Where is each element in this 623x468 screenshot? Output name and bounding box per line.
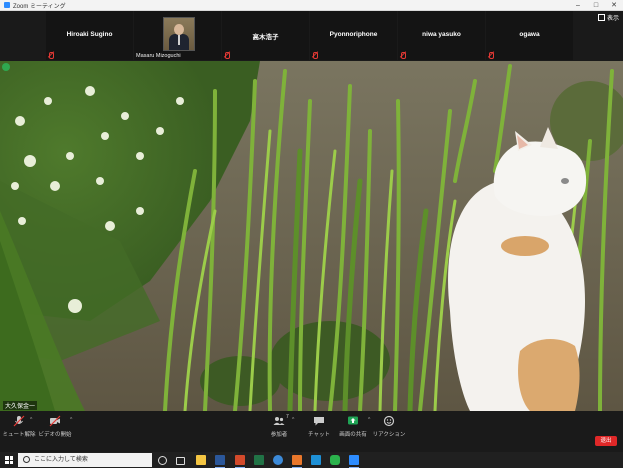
participant-tile[interactable]: niwa yasuko (398, 11, 485, 60)
active-speaker-name: 大久保金一 (3, 401, 38, 410)
video-badges (2, 63, 10, 71)
close-button[interactable]: ✕ (605, 1, 623, 9)
participant-name: Masaru Mizoguchi (136, 53, 181, 59)
start-video-button[interactable]: ビデオの開始 (38, 415, 72, 438)
mic-muted-icon (224, 52, 230, 59)
zoom-taskbar-icon[interactable] (349, 455, 359, 468)
participant-name: Hiroaki Sugino (66, 31, 113, 38)
mic-muted-icon (400, 52, 406, 59)
reactions-button[interactable]: リアクション (372, 415, 406, 438)
participant-name: ogawa (519, 31, 540, 38)
view-label: 表示 (606, 16, 619, 22)
video-options-caret[interactable]: ^ (70, 417, 72, 423)
participant-name: Pyonnoriphone (329, 31, 378, 38)
file-explorer-icon[interactable] (196, 455, 206, 465)
zoom-app-icon (4, 2, 10, 8)
participant-name: 高木浩子 (252, 34, 279, 41)
participant-photo (163, 17, 195, 51)
grid-icon (597, 14, 605, 21)
cortana-icon[interactable] (158, 456, 167, 465)
word-icon[interactable] (215, 455, 225, 468)
participant-name: niwa yasuko (422, 31, 461, 38)
window-title: Zoom ミーティング (13, 3, 66, 10)
mute-label: ミュート解除 (2, 432, 36, 438)
mic-muted-icon (13, 415, 25, 427)
video-label: ビデオの開始 (38, 432, 72, 438)
task-view-icon[interactable] (176, 457, 185, 465)
mute-options-caret[interactable]: ^ (30, 417, 32, 423)
participant-tile[interactable]: Hiroaki Sugino (46, 11, 133, 60)
share-label: 画面の共有 (339, 432, 367, 438)
minimize-button[interactable]: – (569, 2, 587, 9)
reactions-label: リアクション (372, 432, 406, 438)
mic-muted-icon (488, 52, 494, 59)
windows-taskbar: ここに入力して検索 (0, 452, 623, 468)
participants-icon: 7 (273, 414, 289, 427)
powerpoint-icon[interactable] (235, 455, 245, 468)
search-placeholder: ここに入力して検索 (34, 457, 88, 463)
chat-button[interactable]: チャット (302, 415, 336, 438)
share-screen-icon (347, 415, 359, 427)
leave-button[interactable]: 退出 (595, 436, 617, 446)
browser-icon[interactable] (273, 455, 283, 465)
app-icon-blue[interactable] (311, 455, 321, 465)
participant-strip: Hiroaki Sugino Masaru Mizoguchi 高木浩子 Pyo… (0, 11, 623, 60)
video-frame-image (0, 61, 623, 411)
participant-tile[interactable]: ogawa (486, 11, 573, 60)
participants-button[interactable]: 7 参加者 (262, 414, 296, 438)
maximize-button[interactable]: □ (587, 2, 605, 9)
line-icon[interactable] (330, 455, 340, 465)
chat-bubble-icon (313, 415, 325, 427)
participant-tile[interactable]: Masaru Mizoguchi (134, 11, 221, 60)
chat-label: チャット (308, 432, 330, 438)
security-shield-icon[interactable] (2, 63, 10, 71)
share-options-caret[interactable]: ^ (368, 417, 370, 423)
video-off-icon (49, 415, 61, 427)
participant-tile[interactable]: Pyonnoriphone (310, 11, 397, 60)
participant-tile[interactable]: 高木浩子 (222, 11, 309, 60)
app-icon-orange[interactable] (292, 455, 302, 468)
reaction-smile-icon (383, 415, 395, 427)
windows-start-icon[interactable] (5, 456, 13, 464)
window-title-bar: Zoom ミーティング – □ ✕ (0, 0, 623, 11)
meeting-toolbar: ミュート解除 ^ ビデオの開始 ^ 7 参加者 ^ チャット 画面の共有 ^ リ… (0, 411, 623, 452)
excel-icon[interactable] (254, 455, 264, 465)
search-icon (23, 456, 30, 463)
mic-muted-icon (48, 52, 54, 59)
main-video: 大久保金一 (0, 61, 623, 411)
mic-muted-icon (312, 52, 318, 59)
taskbar-search-box[interactable]: ここに入力して検索 (18, 453, 152, 467)
participants-label: 参加者 (270, 432, 288, 438)
share-screen-button[interactable]: 画面の共有 (336, 415, 370, 438)
participants-count: 7 (286, 414, 289, 420)
participants-options-caret[interactable]: ^ (292, 417, 294, 423)
view-toggle-button[interactable]: 表示 (597, 13, 619, 22)
